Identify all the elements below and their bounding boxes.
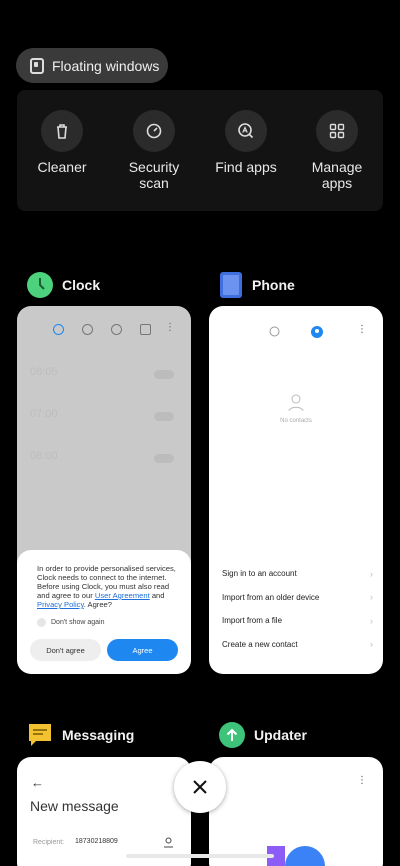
cleaner-label: Cleaner — [37, 159, 87, 175]
updater-app-card[interactable]: ⋮ — [209, 757, 383, 866]
import-older-device-item[interactable]: Import from an older device › — [222, 586, 373, 610]
close-all-button[interactable] — [174, 761, 226, 813]
find-apps-icon — [225, 110, 267, 152]
cleaner-button[interactable]: Cleaner — [17, 110, 107, 175]
updater-illustration-circle — [285, 846, 325, 866]
chevron-right-icon: › — [370, 592, 373, 603]
alarm-time-1: 06:05 — [30, 366, 58, 378]
security-scan-label: Security scan — [128, 159, 180, 191]
contacts-actions-list: Sign in to an account › Import from an ol… — [222, 562, 373, 656]
alarm-toggle — [154, 454, 174, 463]
stopwatch-tab-icon — [111, 324, 122, 335]
no-contacts-text: No contacts — [280, 418, 312, 424]
floating-window-icon — [30, 57, 44, 74]
phone-app-header: Phone — [219, 272, 295, 298]
clock-tabs — [53, 324, 151, 335]
alarm-toggle — [154, 412, 174, 421]
manage-apps-button[interactable]: Manage apps — [292, 110, 382, 191]
manage-apps-label: Manage apps — [311, 159, 363, 191]
agree-button[interactable]: Agree — [107, 639, 178, 661]
sign-in-account-item[interactable]: Sign in to an account › — [222, 562, 373, 586]
recipient-label: Recipient: — [33, 839, 65, 846]
grid-icon — [316, 110, 358, 152]
updater-app-header: Updater — [219, 722, 307, 748]
add-contact-icon — [164, 837, 173, 848]
find-apps-label: Find apps — [215, 159, 277, 175]
import-from-file-item[interactable]: Import from a file › — [222, 609, 373, 633]
dont-show-again-checkbox[interactable]: Don't show again — [37, 618, 179, 627]
person-icon — [288, 394, 304, 412]
alarm-tab-icon — [53, 324, 64, 335]
close-icon — [193, 780, 207, 794]
dont-agree-button[interactable]: Don't agree — [30, 639, 101, 661]
trash-icon — [41, 110, 83, 152]
new-message-title: New message — [30, 798, 119, 814]
floating-windows-label: Floating windows — [52, 57, 160, 74]
messaging-app-card[interactable]: ← New message Recipient: 18730218809 — [17, 757, 191, 866]
security-scan-button[interactable]: Security scan — [109, 110, 199, 191]
phone-app-name: Phone — [252, 277, 295, 293]
world-clock-tab-icon — [82, 324, 93, 335]
quick-actions-panel: Cleaner Security scan Find apps Manage a… — [17, 90, 383, 211]
chevron-right-icon: › — [370, 568, 373, 579]
dont-show-again-label: Don't show again — [51, 619, 105, 626]
alarm-time-2: 07:00 — [30, 408, 58, 420]
internet-permission-dialog: In order to provide personalised service… — [17, 550, 191, 674]
more-icon: ⋮ — [165, 322, 175, 333]
recents-tab-icon — [269, 326, 280, 337]
messaging-app-header: Messaging — [27, 722, 134, 748]
clock-app-name: Clock — [62, 277, 101, 293]
chevron-right-icon: › — [370, 615, 373, 626]
clock-app-icon — [27, 272, 53, 298]
alarm-row: 07:00 — [30, 408, 180, 432]
floating-windows-button[interactable]: Floating windows — [16, 48, 168, 83]
recipient-chip: 18730218809 — [75, 838, 118, 845]
clock-app-header: Clock — [27, 272, 100, 298]
back-arrow-icon: ← — [31, 775, 44, 790]
alarm-toggle — [154, 370, 174, 379]
find-apps-button[interactable]: Find apps — [201, 110, 291, 175]
updater-app-name: Updater — [254, 727, 307, 743]
messaging-app-icon — [29, 724, 51, 746]
more-icon: ⋮ — [357, 775, 367, 786]
home-indicator[interactable] — [126, 854, 274, 858]
timer-tab-icon — [140, 324, 151, 335]
checkbox-icon — [37, 618, 46, 627]
phone-app-card[interactable]: ⋮ No contacts Sign in to an account › Imp… — [209, 306, 383, 674]
more-icon: ⋮ — [357, 324, 367, 335]
chevron-right-icon: › — [370, 639, 373, 650]
alarm-time-3: 08:00 — [30, 450, 58, 462]
dialog-message: In order to provide personalised service… — [37, 564, 176, 609]
security-scan-icon — [133, 110, 175, 152]
updater-app-icon — [219, 722, 245, 748]
phone-app-icon — [220, 272, 242, 298]
alarm-row: 08:00 — [30, 450, 180, 474]
privacy-policy-link[interactable]: Privacy Policy — [37, 600, 84, 609]
clock-app-card[interactable]: ⋮ 06:05 07:00 08:00 In order to provide … — [17, 306, 191, 674]
contacts-tab-icon — [311, 326, 323, 338]
messaging-app-name: Messaging — [62, 727, 135, 743]
create-contact-item[interactable]: Create a new contact › — [222, 633, 373, 657]
alarm-row: 06:05 — [30, 366, 180, 390]
user-agreement-link[interactable]: User Agreement — [95, 591, 150, 600]
